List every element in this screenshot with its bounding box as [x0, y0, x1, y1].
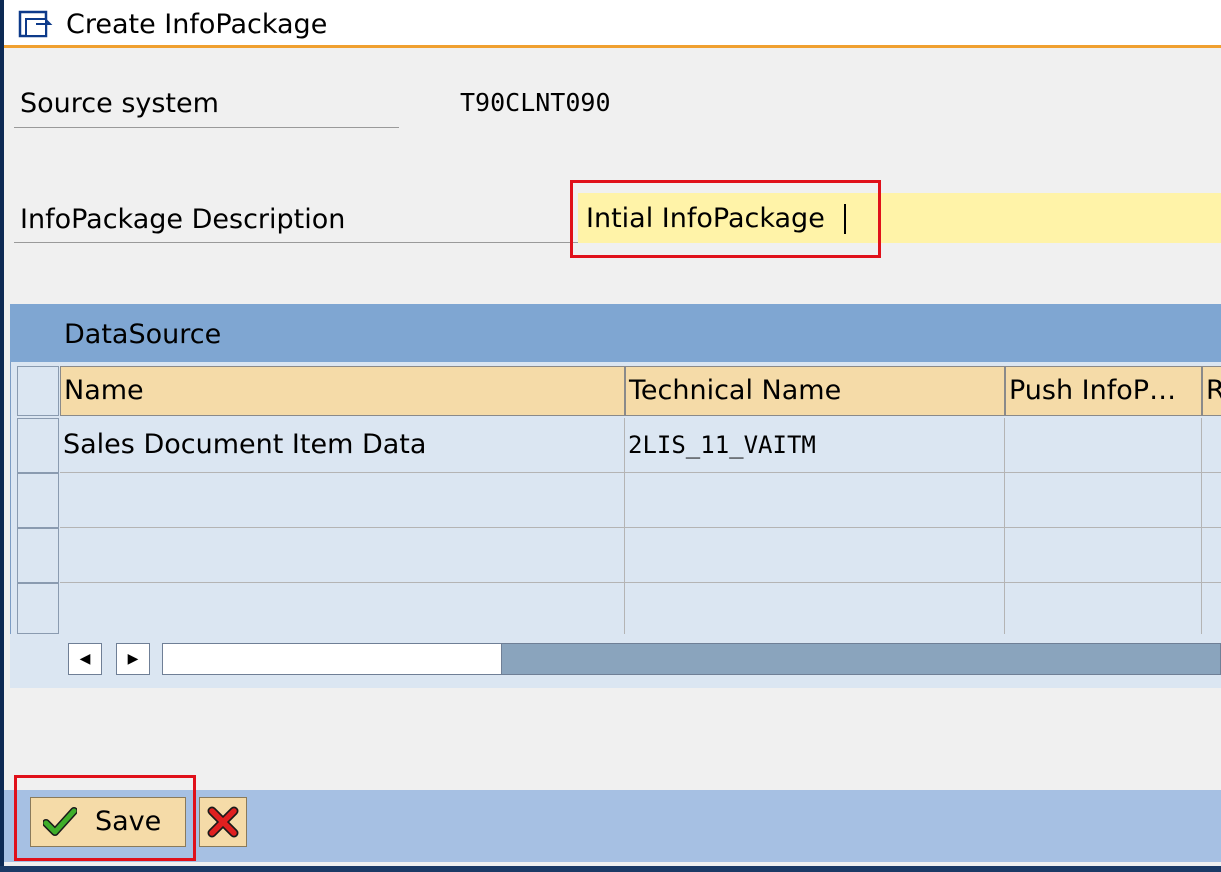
row-selector[interactable]	[17, 418, 59, 473]
window-border-left	[0, 0, 4, 872]
table-cell-r[interactable]	[1202, 528, 1221, 583]
datasource-table-title: DataSource	[64, 319, 222, 350]
cancel-button[interactable]	[199, 797, 247, 847]
table-cell-name[interactable]: Sales Document Item Data	[60, 418, 625, 473]
select-all-cell[interactable]	[17, 366, 59, 416]
source-system-label: Source system	[20, 88, 219, 119]
table-cell-r[interactable]	[1202, 473, 1221, 528]
datasource-table-header: DataSource	[10, 304, 1221, 362]
table-cell-r[interactable]	[1202, 418, 1221, 473]
table-cell-technical-name[interactable]	[625, 473, 1005, 528]
table-cell-name[interactable]	[60, 583, 625, 634]
column-header-technical-name[interactable]: Technical Name	[625, 366, 1005, 416]
scroll-left-button[interactable]: ◀	[68, 643, 102, 675]
table-cell-push[interactable]	[1005, 528, 1202, 583]
infopackage-description-label: InfoPackage Description	[20, 204, 346, 235]
window-title: Create InfoPackage	[66, 9, 328, 40]
table-cell-name[interactable]	[60, 528, 625, 583]
table-cell-name[interactable]	[60, 473, 625, 528]
horizontal-scrollbar-thumb[interactable]	[162, 643, 502, 675]
column-header-r[interactable]: R	[1202, 366, 1221, 416]
scroll-right-button[interactable]: ▶	[116, 643, 150, 675]
row-selector[interactable]	[17, 528, 59, 583]
row-selector[interactable]	[17, 473, 59, 528]
table-cell-r[interactable]	[1202, 583, 1221, 634]
table-cell-technical-name[interactable]	[625, 528, 1005, 583]
window-border-bottom	[0, 866, 1221, 872]
title-bar: Create InfoPackage	[4, 0, 1221, 48]
table-cell-technical-name[interactable]	[625, 583, 1005, 634]
cancel-icon	[207, 806, 239, 838]
table-cell-push[interactable]	[1005, 418, 1202, 473]
description-highlight-box	[570, 180, 881, 258]
table-cell-technical-name[interactable]: 2LIS_11_VAITM	[625, 418, 1005, 473]
source-system-value: T90CLNT090	[460, 88, 611, 117]
save-highlight-box	[14, 775, 196, 861]
scroll-left-icon: ◀	[79, 651, 91, 667]
scroll-right-icon: ▶	[127, 651, 139, 667]
column-header-name[interactable]: Name	[60, 366, 625, 416]
table-cell-push[interactable]	[1005, 473, 1202, 528]
table-cell-push[interactable]	[1005, 583, 1202, 634]
window-icon	[18, 10, 53, 38]
description-label-underline	[14, 242, 579, 243]
row-selector[interactable]	[17, 583, 59, 634]
source-system-label-underline	[14, 127, 399, 128]
column-header-push-infopackage[interactable]: Push InfoP…	[1005, 366, 1202, 416]
